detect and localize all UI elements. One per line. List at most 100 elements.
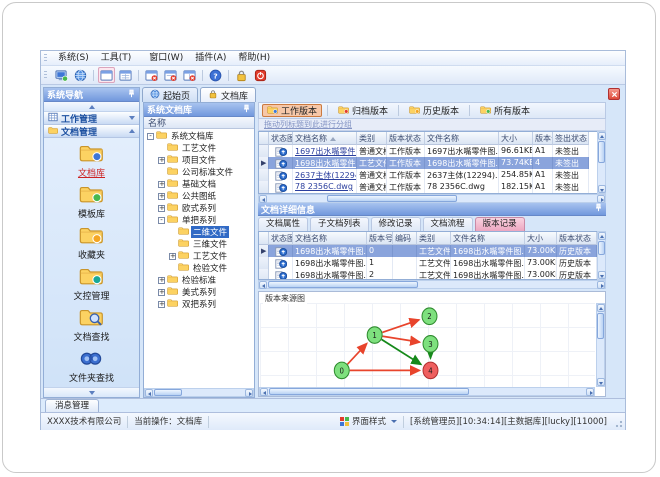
expand-icon[interactable]: + <box>158 156 165 164</box>
column-header-大小[interactable]: 大小 <box>499 132 533 145</box>
pin-icon[interactable] <box>127 89 136 101</box>
menu-item[interactable]: 帮助(H) <box>232 53 276 63</box>
sidebar-item-文档查找[interactable]: 文档查找 <box>73 307 110 343</box>
version-filter-所有版本[interactable]: 所有版本 <box>475 104 535 117</box>
menu-item[interactable]: 窗口(W) <box>143 53 189 63</box>
sidebar-item-模板库[interactable]: 模板库 <box>78 184 105 220</box>
tree-node-检验文件[interactable]: 检验文件 <box>144 262 254 274</box>
sidebar-item-文件夹查找[interactable]: 文件夹查找 <box>69 348 114 384</box>
tree-node-公共图纸[interactable]: + 公共图纸 <box>144 190 254 202</box>
close-window-icon[interactable] <box>143 67 160 83</box>
column-header-大小[interactable]: 大小 <box>525 232 557 245</box>
close-tab-button[interactable] <box>608 88 620 100</box>
tree-node-双把系列[interactable]: + 双把系列 <box>144 298 254 310</box>
menubar-grip[interactable] <box>44 53 47 63</box>
horizontal-scrollbar[interactable] <box>259 387 595 396</box>
help-icon[interactable]: ? <box>207 67 224 83</box>
version-filter-归档版本[interactable]: 归档版本 <box>333 104 393 117</box>
detail-tab-文档属性[interactable]: 文档属性 <box>258 217 309 231</box>
expand-icon[interactable]: + <box>158 192 165 200</box>
document-link[interactable]: 2637主体(12294).dwg <box>293 169 357 181</box>
table-row[interactable]: 1697出水嘴零件图.dwg普通文档工作版本1697出水嘴零件图.dwg96.6… <box>259 145 605 157</box>
column-header-文档名称[interactable]: 文档名称 <box>293 232 367 245</box>
document-link[interactable]: 78 2356C.dwg <box>293 181 357 193</box>
horizontal-scrollbar[interactable] <box>258 280 606 289</box>
tab-文档库[interactable]: 文档库 <box>200 87 257 102</box>
tree-node-基础文档[interactable]: + 基础文档 <box>144 178 254 190</box>
sidebar-collapse-button[interactable] <box>44 102 139 112</box>
expand-icon[interactable]: + <box>158 300 165 308</box>
expand-icon[interactable]: + <box>158 180 165 188</box>
tree-node-美式系列[interactable]: + 美式系列 <box>144 286 254 298</box>
pin-icon[interactable] <box>594 203 603 215</box>
vertical-scrollbar[interactable] <box>597 231 606 280</box>
vertical-scrollbar[interactable] <box>596 303 605 387</box>
tree-node-三维文件[interactable]: 三维文件 <box>144 238 254 250</box>
column-header-类别[interactable]: 类别 <box>417 232 451 245</box>
detail-tab-版本记录[interactable]: 版本记录 <box>474 217 525 231</box>
menu-item[interactable]: 系统(S) <box>52 53 95 63</box>
column-header-版本状态[interactable]: 版本状态 <box>387 132 425 145</box>
sidebar-scroll-down-button[interactable] <box>44 387 139 397</box>
sidebar-panel-文档管理[interactable]: 文档管理 <box>44 125 139 138</box>
tree-node-公司标准文件[interactable]: 公司标准文件 <box>144 166 254 178</box>
tab-起始页[interactable]: 起始页 <box>142 87 199 102</box>
version-filter-历史版本[interactable]: 历史版本 <box>404 104 464 117</box>
version-filter-工作版本[interactable]: 工作版本 <box>262 104 323 117</box>
expand-icon[interactable]: + <box>158 276 165 284</box>
column-header-编码[interactable]: 编码 <box>393 232 417 245</box>
column-header-文档名称[interactable]: 文档名称 <box>293 132 357 145</box>
document-link[interactable]: 1697出水嘴零件图.dwg <box>293 145 357 157</box>
column-header-版本号[interactable]: 版本号 <box>367 232 393 245</box>
lock-icon[interactable] <box>233 67 250 83</box>
monitor-icon[interactable] <box>53 67 70 83</box>
sidebar-panel-工作管理[interactable]: 工作管理 <box>44 112 139 125</box>
column-header-版本号[interactable]: 版本号 <box>533 132 553 145</box>
column-header-版本状态[interactable]: 版本状态 <box>557 232 597 245</box>
resize-grip[interactable] <box>613 420 623 430</box>
table-row[interactable]: 1698出水嘴零件图.dwg1工艺文件1698出水嘴零件图.dwg73.00KB… <box>259 257 605 269</box>
tree-node-项目文件[interactable]: + 项目文件 <box>144 154 254 166</box>
menu-item[interactable]: 插件(A) <box>189 53 232 63</box>
table-row[interactable]: 1698出水嘴零件图.dwg2工艺文件1698出水嘴零件图.dwg73.00KB… <box>259 269 605 279</box>
message-panel-tab[interactable]: 消息管理 <box>45 399 100 412</box>
tree-node-系统文档库[interactable]: - 系统文档库 <box>144 130 254 142</box>
toolbar-grip[interactable] <box>44 70 47 80</box>
ui-style-button[interactable]: 界面样式 <box>334 415 405 428</box>
horizontal-scrollbar[interactable] <box>144 388 254 397</box>
tree-node-工艺文件[interactable]: + 工艺文件 <box>144 250 254 262</box>
tree-column-header[interactable]: 名称 <box>144 117 254 129</box>
document-link[interactable]: 1698出水嘴零件图.dwg <box>293 157 357 169</box>
column-header-签出状态[interactable]: 签出状态 <box>553 132 589 145</box>
menu-item[interactable]: 工具(T) <box>95 53 138 63</box>
tree-node-二维文件[interactable]: 二维文件 <box>144 226 254 238</box>
table-row[interactable]: ▶1698出水嘴零件图.dwg工艺文件工作版本1698出水嘴零件图.dwg73.… <box>259 157 605 169</box>
vertical-scrollbar[interactable] <box>597 131 606 194</box>
column-header-类别[interactable]: 类别 <box>357 132 387 145</box>
column-header-文件名称[interactable]: 文件名称 <box>451 232 525 245</box>
column-header-文件名称[interactable]: 文件名称 <box>425 132 499 145</box>
sidebar-item-收藏夹[interactable]: 收藏夹 <box>78 225 105 261</box>
close-all-icon[interactable] <box>162 67 179 83</box>
column-header-状态图[interactable]: 状态图 <box>269 132 293 145</box>
expand-icon[interactable]: + <box>158 204 165 212</box>
tree-node-检验标准[interactable]: + 检验标准 <box>144 274 254 286</box>
detail-tab-修改记录[interactable]: 修改记录 <box>370 217 421 231</box>
tree-node-工艺文件[interactable]: 工艺文件 <box>144 142 254 154</box>
expand-icon[interactable]: + <box>169 252 176 260</box>
version-graph[interactable]: 0 1 2 3 4 <box>260 303 595 387</box>
close-other-icon[interactable] <box>181 67 198 83</box>
tree-node-欧式系列[interactable]: + 欧式系列 <box>144 202 254 214</box>
group-by-bar[interactable]: 拖动列标题到此进行分组 <box>258 119 606 131</box>
new-window-icon[interactable] <box>98 67 115 83</box>
pin-icon[interactable] <box>242 104 251 116</box>
exit-icon[interactable] <box>252 67 269 83</box>
expand-icon[interactable]: + <box>158 288 165 296</box>
detail-tab-文档流程[interactable]: 文档流程 <box>422 217 473 231</box>
table-row[interactable]: ▶1698出水嘴零件图.dwg0工艺文件1698出水嘴零件图.dwg73.00K… <box>259 245 605 257</box>
window-view-icon[interactable] <box>117 67 134 83</box>
detail-tab-子文档列表[interactable]: 子文档列表 <box>310 217 369 231</box>
table-row[interactable]: 2637主体(12294).dwg普通文档工作版本2637主体(12294).d… <box>259 169 605 181</box>
table-row[interactable]: 78 2356C.dwg普通文档工作版本78 2356C.dwg182.15KB… <box>259 181 605 193</box>
globe-icon[interactable] <box>72 67 89 83</box>
